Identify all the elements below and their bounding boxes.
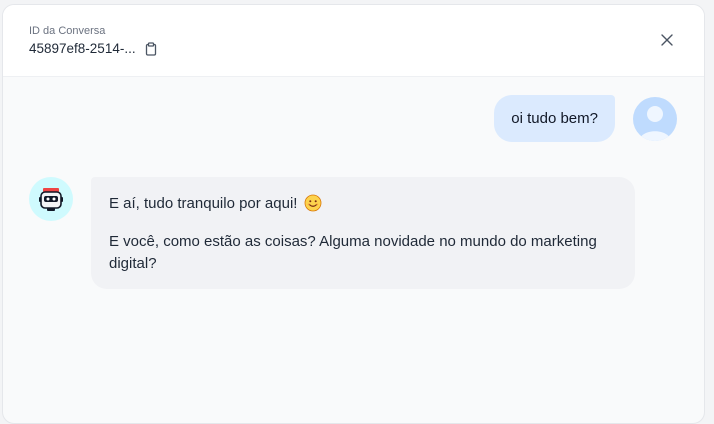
conversation-id-value: 45897ef8-2514-... xyxy=(29,41,136,56)
user-message-bubble: oi tudo bem? xyxy=(494,95,615,142)
bot-message-line-1: E aí, tudo tranquilo por aqui! xyxy=(109,193,617,219)
bot-message-line-2: E você, como estão as coisas? Alguma nov… xyxy=(109,233,597,272)
conversation-id-row: 45897ef8-2514-... xyxy=(29,41,158,56)
conversation-panel: ID da Conversa 45897ef8-2514-... oi tudo… xyxy=(2,4,705,424)
user-message: oi tudo bem? xyxy=(494,95,677,142)
message-list[interactable]: oi tudo bem? E aí, tudo tranquilo por aq… xyxy=(3,77,704,423)
close-icon xyxy=(661,34,673,46)
bot-avatar xyxy=(29,177,73,221)
bot-message: E aí, tudo tranquilo por aqui! E você, c… xyxy=(29,177,635,289)
robot-icon xyxy=(39,188,63,211)
user-icon xyxy=(639,105,671,141)
user-avatar xyxy=(633,96,677,141)
smiling-face-icon xyxy=(304,194,322,219)
conversation-id-label: ID da Conversa xyxy=(29,25,106,37)
clipboard-icon[interactable] xyxy=(144,41,158,56)
conversation-header: ID da Conversa 45897ef8-2514-... xyxy=(3,5,704,77)
bot-message-bubble: E aí, tudo tranquilo por aqui! E você, c… xyxy=(91,177,635,289)
close-button[interactable] xyxy=(658,31,676,49)
